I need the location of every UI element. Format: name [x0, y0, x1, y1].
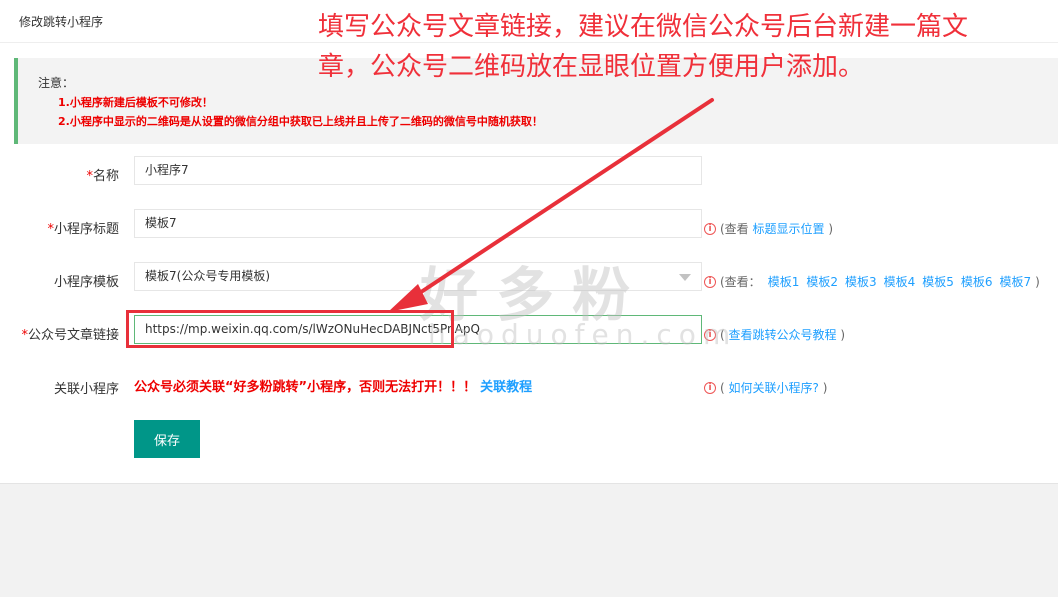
chevron-down-icon: [679, 274, 691, 281]
relate-tutorial-link[interactable]: 关联教程: [480, 380, 532, 395]
template-link-1[interactable]: 模板1: [768, 273, 800, 290]
template-link-4[interactable]: 模板4: [884, 273, 916, 290]
notice-line-2: 2.小程序中显示的二维码是从设置的微信分组中获取已上线并且上传了二维码的微信号中…: [58, 115, 543, 128]
info-circle-icon: i: [704, 275, 716, 288]
template-link-3[interactable]: 模板3: [845, 273, 877, 290]
notice-line-1: 1.小程序新建后模板不可修改！: [58, 96, 213, 109]
article-tutorial-link[interactable]: 查看跳转公众号教程: [729, 326, 837, 343]
name-input[interactable]: 小程序7: [134, 156, 702, 185]
info-circle-icon: i: [704, 222, 716, 235]
how-to-relate-link[interactable]: 如何关联小程序?: [729, 379, 819, 396]
notice-heading: 注意：: [38, 76, 75, 90]
relate-label: 关联小程序: [53, 382, 119, 397]
relate-hint: i ( 如何关联小程序? ): [704, 379, 827, 396]
title-hint: i (查看 标题显示位置 ): [704, 220, 833, 237]
page-title: 修改跳转小程序: [19, 15, 104, 29]
template-hint: i (查看： 模板1 模板2 模板3 模板4 模板5 模板6 模板7 ): [704, 273, 1040, 290]
title-input[interactable]: 模板7: [134, 209, 702, 238]
info-circle-icon: i: [704, 381, 716, 394]
annotation-highlight-box: [126, 310, 454, 348]
template-link-6[interactable]: 模板6: [961, 273, 993, 290]
watermark-url: haoduofen.com: [428, 318, 738, 351]
template-link-5[interactable]: 模板5: [922, 273, 954, 290]
title-position-link[interactable]: 标题显示位置: [753, 220, 825, 237]
article-label: *公众号文章链接: [21, 328, 119, 343]
template-link-7[interactable]: 模板7: [1000, 273, 1032, 290]
name-label: *名称: [86, 169, 119, 184]
save-button[interactable]: 保存: [134, 420, 200, 458]
title-label: *小程序标题: [47, 222, 119, 237]
annotation-text-line-1: 填写公众号文章链接，建议在微信公众号后台新建一篇文: [318, 12, 969, 42]
annotation-text-line-2: 章，公众号二维码放在显眼位置方便用户添加。: [318, 52, 865, 82]
template-link-2[interactable]: 模板2: [806, 273, 838, 290]
relate-warning: 公众号必须关联“好多粉跳转”小程序，否则无法打开！！！ 关联教程: [134, 380, 533, 395]
template-label: 小程序模板: [53, 275, 119, 290]
